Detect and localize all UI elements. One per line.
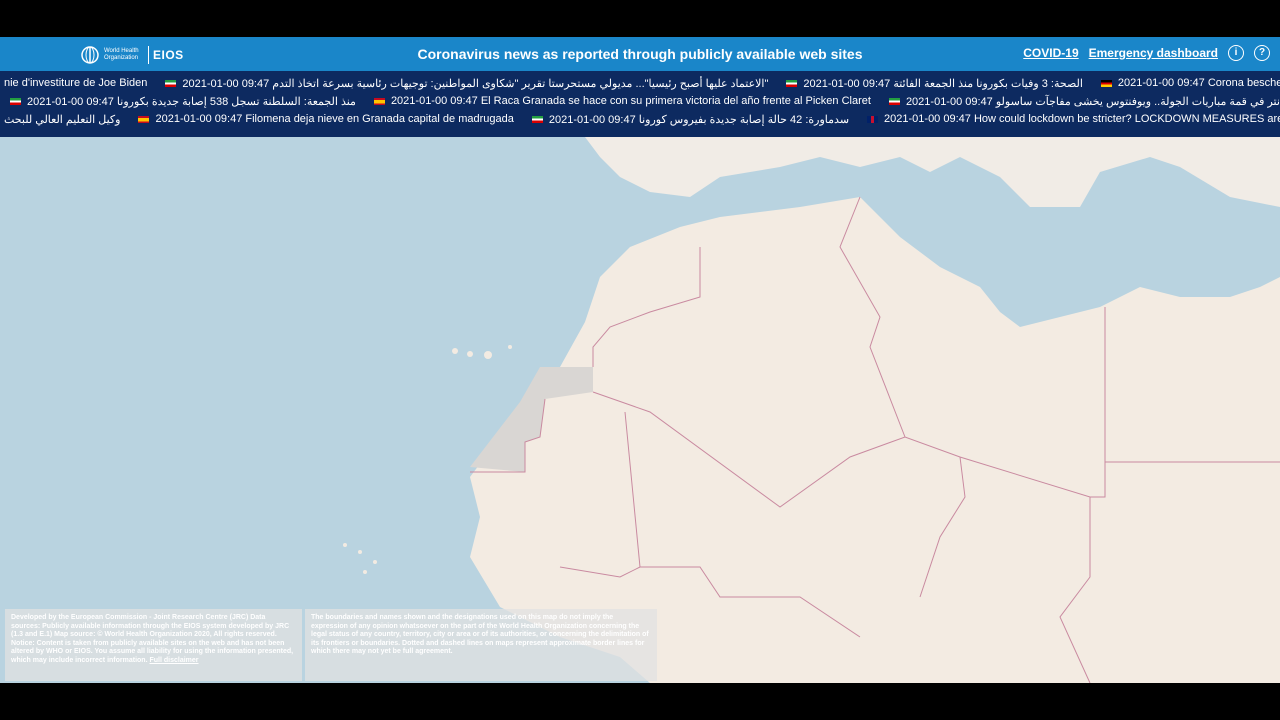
- map-canvas[interactable]: [0, 137, 1280, 683]
- ticker-news-item[interactable]: 2021-01-00 09:47 Corona bescher Dresden …: [1100, 77, 1280, 89]
- ticker-news-item[interactable]: 2021-01-00 09:47 Filomena deja nieve en …: [138, 113, 514, 125]
- ticker-row-2: 2021-01-00 09:47 منذ الجمعة: السلطنة تسج…: [10, 92, 1280, 110]
- info-icon[interactable]: i: [1228, 45, 1244, 61]
- world-map[interactable]: [0, 137, 1280, 683]
- ticker-news-item[interactable]: 2021-01-00 09:47 الصحة: 3 وفيات بكورونا …: [786, 77, 1083, 90]
- ticker-news-text: 2021-01-00 09:47 الصحة: 3 وفيات بكورونا …: [803, 77, 1083, 90]
- ticker-news-item[interactable]: nie d'investiture de Joe Biden: [4, 77, 147, 89]
- ticker-news-item[interactable]: 2021-01-00 09:47 El Raca Granada se hace…: [373, 95, 871, 107]
- top-links: COVID-19 Emergency dashboard i ?: [1023, 45, 1270, 61]
- flag-icon: [373, 97, 385, 105]
- ticker-news-item[interactable]: 2021-01-00 09:47 سدماورة: 42 حالة إصابة …: [531, 113, 850, 126]
- flag-icon: [888, 97, 900, 105]
- covid19-link[interactable]: COVID-19: [1023, 46, 1078, 60]
- flag-icon: [1100, 79, 1112, 87]
- ticker-row-3: وكيل التعليم العالي للبحث 2021-01-00 09:4…: [4, 110, 1280, 128]
- ticker-news-item[interactable]: 2021-01-00 09:47 How could lockdown be s…: [867, 113, 1280, 125]
- flag-icon: [138, 115, 150, 123]
- full-disclaimer-link[interactable]: Full disclaimer: [149, 657, 198, 664]
- ticker-news-item[interactable]: 2021-01-00 09:47 منذ الجمعة: السلطنة تسج…: [10, 95, 356, 108]
- flag-icon: [867, 115, 879, 123]
- ticker-news-text: 2021-01-00 09:47 Filomena deja nieve en …: [155, 113, 514, 125]
- flag-icon: [165, 79, 177, 87]
- ticker-news-text: 2021-01-00 09:47 سدماورة: 42 حالة إصابة …: [548, 113, 850, 126]
- ticker-news-text: 2021-01-00 09:47 How could lockdown be s…: [884, 113, 1280, 125]
- help-icon[interactable]: ?: [1254, 45, 1270, 61]
- ticker-news-text: 2021-01-00 09:47 Corona bescher Dresden …: [1117, 77, 1280, 89]
- ticker-row-1: nie d'investiture de Joe Biden 2021-01-00…: [4, 74, 1280, 92]
- ticker-news-text: 2021-01-00 09:47 روما يستضيف إنتر في قمة…: [905, 95, 1280, 108]
- ticker-news-text: 2021-01-00 09:47 الاعتماد عليها أصبح رئي…: [182, 77, 769, 90]
- ticker-news-text: nie d'investiture de Joe Biden: [4, 77, 148, 89]
- ticker-news-item[interactable]: 2021-01-00 09:47 الاعتماد عليها أصبح رئي…: [165, 77, 768, 90]
- flag-icon: [10, 97, 21, 105]
- disclaimer-right-text: The boundaries and names shown and the d…: [311, 614, 649, 655]
- app-frame: World Health Organization EIOS Coronavir…: [0, 37, 1280, 683]
- flag-icon: [531, 115, 543, 123]
- disclaimer-right: The boundaries and names shown and the d…: [305, 609, 657, 681]
- ticker-news-text: وكيل التعليم العالي للبحث: [4, 113, 121, 126]
- flag-icon: [786, 79, 798, 87]
- disclaimer-left: Developed by the European Commission - J…: [5, 609, 302, 681]
- emergency-dashboard-link[interactable]: Emergency dashboard: [1089, 46, 1218, 60]
- top-bar: World Health Organization EIOS Coronavir…: [0, 37, 1280, 71]
- news-ticker: nie d'investiture de Joe Biden 2021-01-00…: [0, 71, 1280, 137]
- ticker-news-text: 2021-01-00 09:47 منذ الجمعة: السلطنة تسج…: [27, 95, 356, 108]
- ticker-news-text: 2021-01-00 09:47 El Raca Granada se hace…: [390, 95, 871, 107]
- ticker-news-item[interactable]: وكيل التعليم العالي للبحث: [4, 113, 120, 126]
- ticker-news-item[interactable]: 2021-01-00 09:47 روما يستضيف إنتر في قمة…: [888, 95, 1280, 108]
